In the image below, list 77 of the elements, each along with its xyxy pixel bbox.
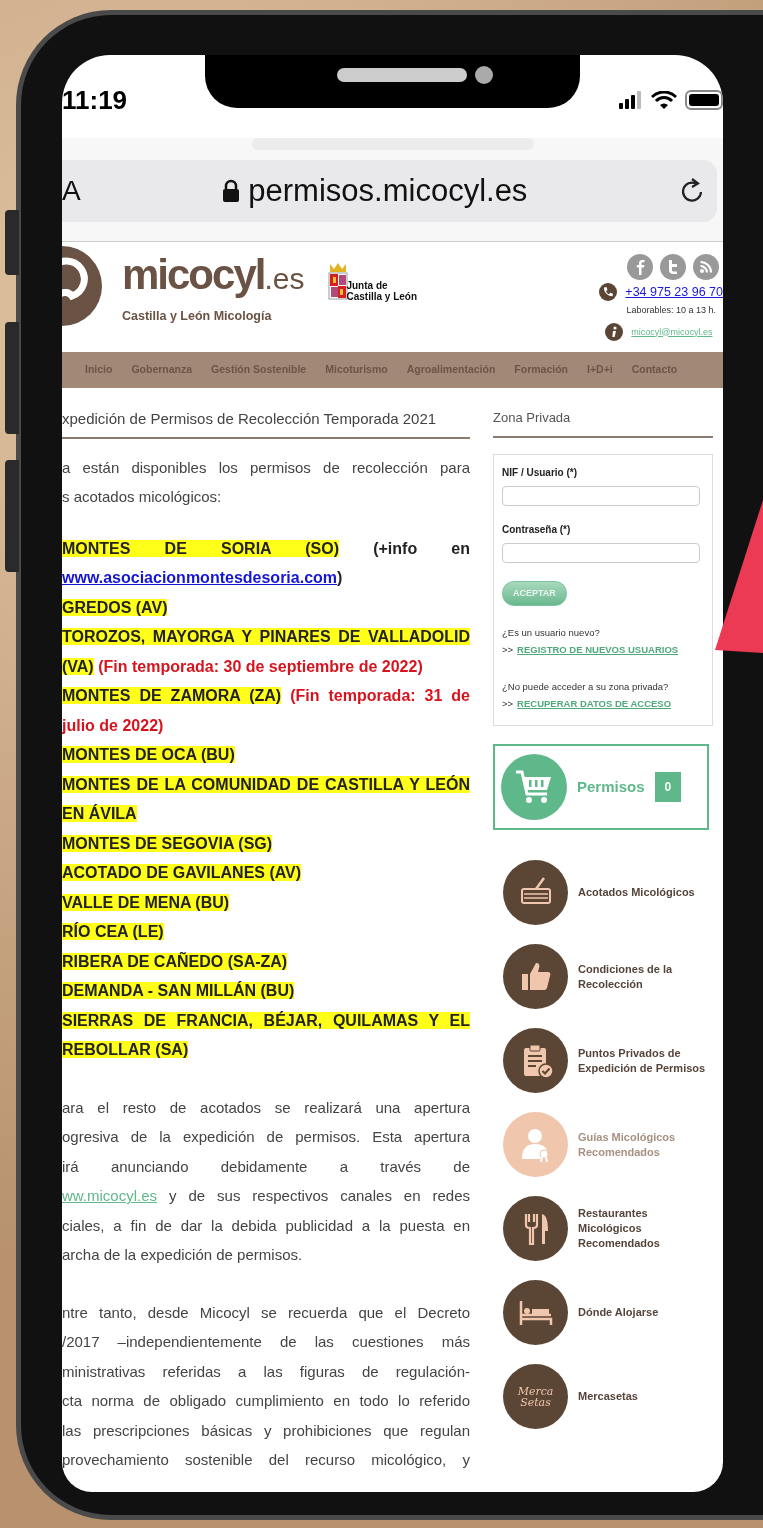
account-link[interactable]: REGISTRO DE NUEVOS USUARIOS: [517, 643, 679, 658]
section-title: Zona Privada: [493, 408, 713, 438]
permit-area-item: MONTES DE LA COMUNIDAD DE CASTILLA Y LEÓN EN ÁVILA: [62, 774, 470, 824]
email-link[interactable]: micocyl@micocyl.es: [631, 325, 713, 339]
brand-tagline: Castilla y León Micología: [122, 308, 273, 325]
paragraph-line: provechamiento sostenible del recurso micológico, y: [62, 1450, 470, 1470]
status-time: 11:19: [62, 83, 128, 117]
twitter-icon[interactable]: [660, 254, 686, 280]
permit-area-item: MONTES DE SEGOVIA (SG): [62, 833, 274, 854]
info-text: ): [337, 569, 343, 586]
permit-area-item: MONTES DE OCA (BU): [62, 745, 236, 765]
battery-icon: [685, 90, 723, 110]
link-prefix: >>: [502, 643, 514, 658]
menu-item[interactable]: Dónde Alojarse: [503, 1280, 713, 1345]
question-text: ¿Es un usuario nuevo?: [502, 626, 601, 640]
paragraph-line: ogresiva de la expedición de permisos. Esta apertura: [62, 1127, 470, 1147]
article-title: xpedición de Permisos de Recolección Temporada 2021: [62, 408, 470, 439]
address-bar[interactable]: A permisos.micocyl.es: [62, 160, 717, 222]
office-hours: Laborables: 10 a 13 h.: [625, 303, 716, 317]
account-link[interactable]: RECUPERAR DATOS DE ACCESO: [517, 696, 672, 711]
paragraph-line: ara el resto de acotados se realizará una apertura: [62, 1097, 470, 1118]
menu-item[interactable]: Guías Micológicos Recomendados: [503, 1112, 713, 1177]
phone-link[interactable]: +34 975 23 96 70: [625, 283, 723, 302]
link-prefix: >>: [502, 696, 514, 711]
permit-area-item: MONTES DE ZAMORA (ZA) (Fin temporada: 31 de julio de 2022): [62, 686, 470, 736]
field-label: NIF / Usuario (*): [502, 465, 578, 480]
submit-button[interactable]: ACEPTAR: [502, 580, 567, 606]
menu-item[interactable]: Acotados Micológicos: [503, 860, 713, 925]
paragraph-line: archa de la expedición de permisos.: [62, 1245, 304, 1265]
cart-label: Permisos: [577, 776, 645, 797]
input-field[interactable]: [502, 485, 700, 506]
permit-area-item: ACOTADO DE GAVILANES (AV): [62, 863, 303, 883]
menu-item[interactable]: Condiciones de la Recolección: [503, 944, 713, 1009]
area-name: MONTES DE SORIA (SO): [62, 539, 339, 557]
facebook-icon[interactable]: [627, 254, 653, 280]
text-size-button[interactable]: A: [62, 170, 81, 212]
paragraph-line: y de sus respectivos canales en redes: [169, 1187, 470, 1204]
mercasetas-logo: Merca Setas: [517, 1385, 554, 1408]
paragraph-line: ciales, a fin de dar la debida publicidad a la puesta en: [62, 1215, 470, 1236]
permit-area-item: GREDOS (AV): [62, 597, 169, 618]
permit-area-item: RÍO CEA (LE): [62, 921, 165, 942]
phone-icon: [599, 283, 618, 302]
field-label: Contraseña (*): [502, 522, 572, 537]
paragraph-line: irá anunciando debidamente a través de: [62, 1156, 470, 1177]
permit-area-item: VALLE DE MENA (BU): [62, 892, 231, 913]
website-link[interactable]: ww.micocyl.es: [62, 1187, 158, 1204]
wifi-icon: [651, 90, 677, 110]
cart-icon: [514, 769, 554, 805]
info-text: (+info en: [373, 539, 470, 557]
menu-item[interactable]: Puntos Privados de Expedición de Permisos: [503, 1028, 713, 1093]
permit-area-item: RIBERA DE CAÑEDO (SA-ZA): [62, 951, 289, 972]
lock-icon: [222, 179, 241, 203]
brand-suffix: .es: [264, 262, 305, 295]
permit-area-item: DEMANDA - SAN MILLÁN (BU): [62, 980, 296, 1001]
permit-area-item: TOROZOS, MAYORGA Y PINARES DE VALLADOLID (VA) (Fin temporada: 30 de septiembre de 2022): [62, 627, 470, 677]
question-text: ¿No puede acceder a su zona privada?: [502, 679, 670, 694]
website-link[interactable]: www.asociacionmontesdesoria.com: [62, 569, 338, 586]
signal-icon: [619, 91, 643, 109]
paragraph-line: s acotados micológicos:: [62, 487, 223, 507]
cart-panel[interactable]: Permisos 0: [493, 744, 709, 830]
paragraph-line: cta norma de obligado cumplimiento en todo lo referido: [62, 1391, 470, 1411]
brand-name: micocyl: [122, 254, 265, 296]
menu-item[interactable]: Restaurantes Micológicos Recomendados: [503, 1196, 713, 1261]
info-icon: [605, 323, 624, 342]
paragraph-line: ministrativas referidas a las figuras de regulación-: [62, 1361, 470, 1382]
paragraph-line: ntre tanto, desde Micocyl se recuerda que el Decreto: [62, 1302, 470, 1323]
url-text: permisos.micocyl.es: [248, 171, 528, 210]
rss-icon[interactable]: [693, 254, 719, 280]
input-field[interactable]: [502, 542, 700, 563]
menu-item[interactable]: Merca Setas Mercasetas: [503, 1364, 713, 1429]
permit-area-item: SIERRAS DE FRANCIA, BÉJAR, QUILAMAS Y EL REBOLLAR (SA): [62, 1010, 470, 1060]
paragraph-line: las prescripciones básicas y prohibiciones que regulan: [62, 1420, 470, 1441]
paragraph-line: a están disponibles los permisos de recolección para: [62, 457, 470, 478]
partner-name: Junta de Castilla y León: [346, 281, 418, 302]
camera-lens: [475, 66, 493, 84]
cart-count: 0: [654, 772, 682, 802]
paragraph-line: /2017 –independientemente de las cuestiones más: [62, 1332, 470, 1352]
